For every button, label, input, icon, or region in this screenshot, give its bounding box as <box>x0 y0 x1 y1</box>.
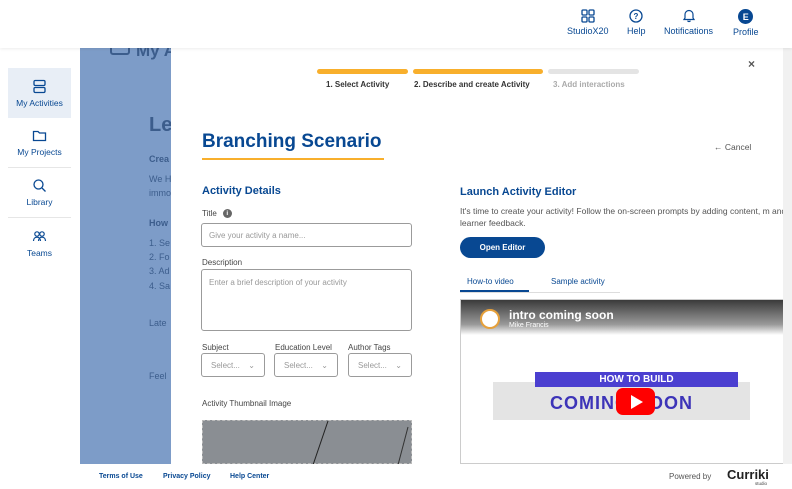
sidebar-item-my-activities[interactable]: My Activities <box>8 68 71 118</box>
activities-icon <box>33 79 46 93</box>
background-text: immo <box>149 188 171 198</box>
background-title: Le <box>149 114 173 136</box>
studio-nav[interactable]: StudioX20 <box>567 9 609 36</box>
studio-label: StudioX20 <box>567 26 609 36</box>
terms-link[interactable]: Terms of Use <box>99 473 143 480</box>
background-list-item: 3. Ad <box>149 266 170 276</box>
tabs-divider <box>460 292 620 293</box>
tab-label: How-to video <box>467 277 514 286</box>
activities-icon <box>110 48 130 55</box>
description-textarea[interactable]: Enter a brief description of your activi… <box>201 269 412 331</box>
video-banner: HOW TO BUILD <box>535 372 738 387</box>
education-level-label: Education Level <box>275 343 332 352</box>
background-text: We H <box>149 174 172 184</box>
title-input[interactable]: Give your activity a name... <box>201 223 412 247</box>
sidebar-item-label: My Projects <box>17 147 62 157</box>
sidebar-item-label: Library <box>26 197 53 207</box>
thumbnail-preview[interactable] <box>202 420 412 464</box>
scrollbar[interactable] <box>783 48 792 464</box>
privacy-link[interactable]: Privacy Policy <box>163 473 210 480</box>
help-icon: ? <box>629 9 643 23</box>
create-activity-modal: 1. Select Activity 2. Describe and creat… <box>171 48 792 464</box>
sidebar-item-my-projects[interactable]: My Projects <box>8 118 71 168</box>
profile-label: Profile <box>733 27 759 37</box>
subject-value: Select... <box>211 361 240 370</box>
sidebar-item-label: My Activities <box>16 97 63 108</box>
channel-logo[interactable] <box>480 309 500 329</box>
video-author: Mike Francis <box>509 322 549 329</box>
background-text: Late <box>149 318 167 328</box>
avatar: E <box>738 9 754 24</box>
curriki-logo[interactable]: Curriki <box>727 467 769 482</box>
chevron-down-icon: ⌄ <box>248 361 255 370</box>
sidebar-item-library[interactable]: Library <box>8 168 71 218</box>
curriki-logo-sub: studio <box>755 481 768 486</box>
step-2-label: 2. Describe and create Activity <box>414 80 530 89</box>
author-tags-select[interactable]: Select... ⌄ <box>348 353 412 377</box>
notifications-nav[interactable]: Notifications <box>664 9 713 36</box>
background-how: How <box>149 218 168 228</box>
help-center-link[interactable]: Help Center <box>230 473 269 480</box>
profile-nav[interactable]: E Profile <box>733 9 759 37</box>
step-1-label: 1. Select Activity <box>326 80 390 89</box>
background-heading: My A <box>136 48 176 60</box>
author-tags-label: Author Tags <box>348 343 391 352</box>
tab-sample-activity[interactable]: Sample activity <box>551 277 605 291</box>
powered-by: Powered by <box>669 472 712 481</box>
title-label-text: Title <box>202 209 217 218</box>
tab-how-to-video[interactable]: How-to video <box>467 277 514 291</box>
description-label: Description <box>202 258 243 267</box>
video-player[interactable]: intro coming soon Mike Francis HOW TO BU… <box>460 299 792 464</box>
thumbnail-label: Activity Thumbnail Image <box>202 399 292 408</box>
folder-icon <box>32 130 47 142</box>
subject-label: Subject <box>202 343 229 352</box>
video-title[interactable]: intro coming soon <box>509 308 614 322</box>
education-level-select[interactable]: Select... ⌄ <box>274 353 338 377</box>
teams-icon <box>32 230 47 241</box>
step-1-progress <box>317 69 408 74</box>
cancel-button[interactable]: ← Cancel <box>714 142 751 152</box>
tab-label: Sample activity <box>551 277 605 286</box>
tags-value: Select... <box>358 361 387 370</box>
sidebar: My Activities My Projects Library Teams <box>0 48 80 464</box>
launch-editor-heading: Launch Activity Editor <box>460 186 577 198</box>
chevron-down-icon: ⌄ <box>395 361 402 370</box>
svg-text:?: ? <box>634 12 639 21</box>
activity-details-heading: Activity Details <box>202 185 281 197</box>
footer: Terms of Use Privacy Policy Help Center … <box>0 464 792 489</box>
active-tab-indicator <box>460 290 529 292</box>
open-editor-button[interactable]: Open Editor <box>460 237 545 258</box>
background-list-item: 2. Fo <box>149 252 170 262</box>
launch-description: It's time to create your activity! Follo… <box>460 206 787 228</box>
background-sub: Crea <box>149 154 170 164</box>
close-icon[interactable]: × <box>748 57 755 71</box>
help-nav[interactable]: ? Help <box>627 9 646 36</box>
info-icon[interactable]: i <box>222 209 232 219</box>
top-navbar: StudioX20 ? Help Notifications E Profile <box>0 0 792 48</box>
bell-icon <box>682 9 695 23</box>
chevron-down-icon: ⌄ <box>321 361 328 370</box>
play-icon[interactable] <box>616 388 655 415</box>
sidebar-item-label: Teams <box>26 247 53 258</box>
sidebar-item-teams[interactable]: Teams <box>8 218 71 268</box>
search-icon <box>33 179 46 192</box>
title-underline <box>202 158 384 160</box>
education-value: Select... <box>284 361 313 370</box>
grid-icon <box>581 9 595 23</box>
subject-select[interactable]: Select... ⌄ <box>201 353 265 377</box>
title-label: Title i <box>202 209 232 219</box>
background-list-item: 1. Se <box>149 238 171 248</box>
step-3-progress <box>548 69 639 74</box>
page-title: Branching Scenario <box>202 131 382 152</box>
step-3-label: 3. Add interactions <box>553 80 625 89</box>
step-2-progress <box>413 69 543 74</box>
help-label: Help <box>627 26 646 36</box>
thumbnail-image <box>312 420 409 464</box>
background-list-item: 4. Sa <box>149 281 171 291</box>
background-text: Feel <box>149 371 167 381</box>
notifications-label: Notifications <box>664 26 714 36</box>
